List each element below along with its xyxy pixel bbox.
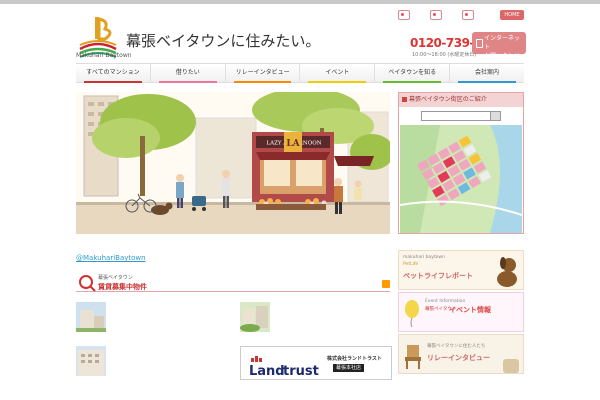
landtrust-branch: 幕張本社店 bbox=[333, 364, 365, 372]
util-link-3[interactable] bbox=[462, 10, 474, 20]
nav-company[interactable]: 会社案内 bbox=[450, 64, 524, 83]
hero-illustration: LAZY AFTERNOON LA bbox=[76, 92, 390, 234]
rental-title: 賃貸募集中物件 bbox=[98, 283, 147, 291]
pet-life-banner[interactable]: makuhari baytown PetLife ペットライフレポート bbox=[398, 250, 524, 290]
util-link-1[interactable] bbox=[398, 10, 410, 20]
nav-relay-interview[interactable]: リレーインタビュー bbox=[226, 64, 301, 83]
internet-inquiry-button[interactable]: インターネット お問い合わせ bbox=[472, 32, 526, 60]
landtrust-logo-text-b: trust bbox=[283, 364, 319, 378]
landtrust-logo: Land trust bbox=[249, 356, 319, 378]
pet-banner-main: ペットライフレポート bbox=[403, 272, 473, 280]
main-nav: すべてのマンション 借りたい リレーインタビュー イベント ベイタウンを知る 会… bbox=[76, 63, 524, 83]
rental-header: 幕張ベイタウン 賃貸募集中物件 bbox=[76, 272, 390, 292]
logo-text: Makuhari Baytown bbox=[76, 52, 132, 59]
area-select-dropdown[interactable] bbox=[421, 111, 501, 121]
event-info-banner[interactable]: Event Information 幕張ベイタウン イベント情報 bbox=[398, 292, 524, 332]
top-border bbox=[0, 0, 600, 4]
landtrust-logo-text-a: Land bbox=[249, 364, 285, 378]
net-button-line1: インターネット bbox=[484, 35, 521, 51]
relay-interview-banner[interactable]: 幕張ベイタウンに住む人たち リレーインタビュー bbox=[398, 334, 524, 374]
list-item[interactable] bbox=[76, 346, 226, 386]
dog-icon bbox=[497, 257, 517, 287]
list-item[interactable] bbox=[76, 302, 226, 342]
rental-small-label: 幕張ベイタウン bbox=[98, 275, 133, 281]
rss-icon[interactable] bbox=[382, 280, 390, 288]
net-button-line2: お問い合わせ bbox=[484, 53, 521, 60]
listing-thumbnail[interactable] bbox=[76, 346, 106, 376]
landtrust-company: 株式会社ランドトラスト bbox=[327, 356, 382, 362]
twitter-link[interactable]: @MakuhariBaytown bbox=[76, 254, 146, 262]
event-banner-main: イベント情報 bbox=[449, 306, 491, 314]
hero-scene: LAZY AFTERNOON LA bbox=[76, 92, 390, 234]
shop-sign-letters: LA bbox=[286, 139, 300, 149]
chair-icon bbox=[405, 345, 421, 369]
area-map-heading: 幕張ベイタウン街区のご紹介 bbox=[399, 93, 523, 107]
pet-banner-sub: PetLife bbox=[403, 262, 419, 267]
event-banner-small: Event Information bbox=[425, 299, 466, 304]
nav-rent[interactable]: 借りたい bbox=[151, 64, 226, 83]
nav-all-mansions[interactable]: すべてのマンション bbox=[76, 64, 151, 83]
landtrust-banner[interactable]: Land trust 株式会社ランドトラスト 幕張本社店 bbox=[240, 346, 392, 380]
relay-banner-main: リレーインタビュー bbox=[427, 354, 490, 362]
area-map[interactable] bbox=[400, 125, 522, 233]
listing-thumbnail[interactable] bbox=[240, 302, 270, 332]
util-link-2[interactable] bbox=[430, 10, 442, 20]
list-item[interactable] bbox=[240, 302, 390, 342]
listing-thumbnail[interactable] bbox=[76, 302, 106, 332]
nav-event[interactable]: イベント bbox=[300, 64, 376, 83]
pet-banner-small: makuhari baytown bbox=[403, 255, 445, 260]
area-map-panel: 幕張ベイタウン街区のご紹介 bbox=[398, 92, 524, 234]
nav-know-baytown[interactable]: ベイタウンを知る bbox=[375, 64, 451, 83]
interview-photo bbox=[503, 359, 519, 373]
site-title: 幕張ベイタウンに住みたい。 bbox=[126, 32, 321, 50]
relay-banner-small: 幕張ベイタウンに住む人たち bbox=[427, 344, 486, 349]
business-hours: 10:00〜18:00 (水曜定休日) bbox=[412, 52, 477, 58]
home-button[interactable]: HOME bbox=[500, 10, 524, 20]
balloon-icon bbox=[405, 300, 419, 327]
more-banner[interactable] bbox=[398, 376, 524, 400]
